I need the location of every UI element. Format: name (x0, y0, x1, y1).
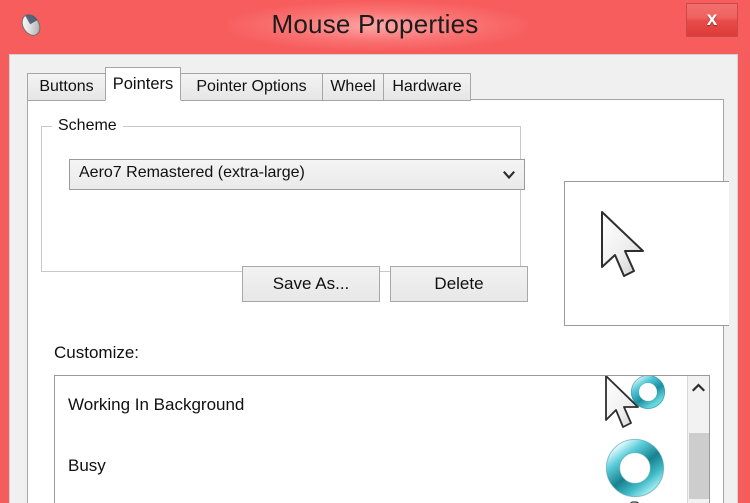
title-bar[interactable]: Mouse Properties x (0, 0, 750, 54)
tab-hardware[interactable]: Hardware (383, 73, 471, 101)
chevron-down-icon (502, 168, 516, 182)
close-icon: x (706, 9, 718, 30)
list-item-label: Busy (68, 456, 106, 475)
scheme-group-box (41, 126, 521, 272)
list-item[interactable]: Working In Background (55, 376, 688, 437)
working-in-background-cursor (600, 376, 670, 442)
busy-ring-cursor (600, 433, 670, 503)
list-item[interactable]: Busy (55, 437, 688, 498)
tab-wheel[interactable]: Wheel (322, 73, 384, 101)
delete-button[interactable]: Delete (390, 266, 528, 302)
scrollbar-thumb[interactable] (689, 433, 709, 499)
mouse-properties-window: Mouse Properties x Buttons Pointers Pointe… (0, 0, 750, 503)
save-as-button[interactable]: Save As... (242, 266, 380, 302)
scheme-dropdown[interactable]: Aero7 Remastered (extra-large) (69, 159, 525, 190)
tab-buttons[interactable]: Buttons (27, 73, 106, 101)
customize-label: Customize: (54, 343, 140, 362)
window-title: Mouse Properties (271, 9, 479, 39)
customize-list[interactable]: Working In Background Busy (54, 375, 710, 503)
dialog-client-area: Buttons Pointers Pointer Options Wheel Hardw… (9, 54, 738, 503)
list-item-label: Working In Background (68, 395, 245, 414)
pointer-preview-pane (564, 181, 729, 326)
close-button[interactable]: x (686, 3, 738, 37)
chevron-up-icon[interactable] (688, 376, 709, 398)
tab-pointers[interactable]: Pointers (105, 67, 181, 101)
list-item[interactable]: Precision Select (55, 498, 688, 503)
scheme-group-label: Scheme (52, 117, 123, 135)
scheme-dropdown-value: Aero7 Remastered (extra-large) (79, 164, 305, 181)
tab-pointer-options[interactable]: Pointer Options (180, 73, 323, 101)
precision-select-crosshair-cursor (600, 494, 670, 503)
list-scrollbar[interactable] (687, 376, 709, 503)
normal-select-arrow-cursor (598, 210, 658, 290)
